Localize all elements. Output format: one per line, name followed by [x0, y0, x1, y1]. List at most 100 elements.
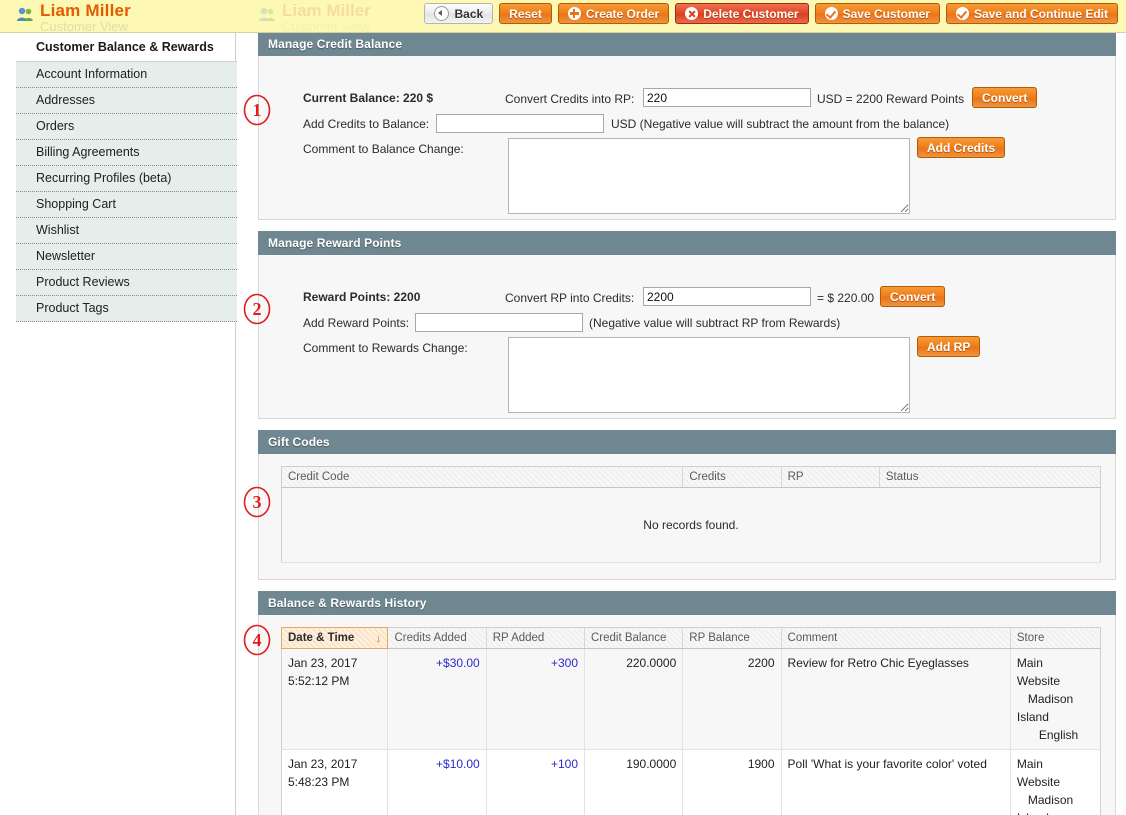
- convert-rp-suffix: = $ 220.00: [817, 291, 875, 305]
- history-cell-comment: Review for Retro Chic Eyeglasses: [781, 648, 1011, 750]
- sidebar-item-product-tags[interactable]: Product Tags: [16, 296, 237, 322]
- back-button-label: Back: [454, 6, 484, 21]
- history-col-credit-balance[interactable]: Credit Balance: [584, 627, 684, 649]
- gift-codes-title: Gift Codes: [258, 430, 1116, 454]
- reset-button[interactable]: Reset: [499, 3, 552, 24]
- delete-customer-button[interactable]: Delete Customer: [675, 3, 809, 24]
- gift-codes-col-status[interactable]: Status: [879, 466, 1101, 488]
- history-time: 5:48:23 PM: [288, 775, 350, 789]
- history-col-date-time-label: Date & Time: [288, 632, 355, 644]
- store-line-3: Madison: [1027, 692, 1074, 706]
- history-col-rp-balance[interactable]: RP Balance: [682, 627, 782, 649]
- gift-codes-empty-row: No records found.: [281, 487, 1101, 563]
- save-and-continue-button-label: Save and Continue Edit: [973, 6, 1108, 21]
- history-cell-credit-balance: 190.0000: [584, 749, 684, 815]
- store-line-2: Website: [1016, 674, 1060, 688]
- sidebar-item-wishlist[interactable]: Wishlist: [16, 218, 237, 244]
- sidebar-item-newsletter[interactable]: Newsletter: [16, 244, 237, 270]
- sidebar-item-recurring-profiles[interactable]: Recurring Profiles (beta): [16, 166, 237, 192]
- sidebar-nav-list: Account Information Addresses Orders Bil…: [16, 62, 237, 322]
- history-col-credits-added[interactable]: Credits Added: [387, 627, 487, 649]
- balance-rewards-history-table: ↓ Date & Time Credits Added RP Added Cre…: [280, 627, 1101, 815]
- convert-credits-button[interactable]: Convert: [972, 87, 1038, 108]
- history-cell-comment: Poll 'What is your favorite color' voted: [781, 749, 1011, 815]
- customer-icon: [17, 7, 33, 21]
- history-cell-rp-balance: 2200: [682, 648, 782, 750]
- current-balance-label: Current Balance: 220 $: [303, 91, 434, 105]
- gift-codes-empty-message: No records found.: [281, 487, 1101, 563]
- gift-codes-panel: Gift Codes Credit Code Credits RP Status…: [258, 430, 1116, 580]
- store-line-2: Website: [1016, 775, 1060, 789]
- reset-button-label: Reset: [509, 6, 542, 21]
- balance-rewards-history-panel: Balance & Rewards History ↓ Date & Time …: [258, 591, 1116, 815]
- balance-rewards-history-title: Balance & Rewards History: [258, 591, 1116, 615]
- history-col-store[interactable]: Store: [1010, 627, 1101, 649]
- sidebar-item-addresses[interactable]: Addresses: [16, 88, 237, 114]
- history-cell-rp-balance: 1900: [682, 749, 782, 815]
- gift-codes-col-rp[interactable]: RP: [781, 466, 880, 488]
- save-and-continue-edit-button[interactable]: Save and Continue Edit: [945, 3, 1118, 24]
- customer-icon: [259, 7, 275, 21]
- store-line-1: Main: [1016, 757, 1043, 771]
- reward-points-label: Reward Points: 2200: [303, 290, 421, 304]
- history-cell-credits-added: +$10.00: [387, 749, 487, 815]
- add-credits-input[interactable]: [436, 114, 604, 133]
- history-cell-date-time: Jan 23, 2017 5:48:23 PM: [281, 749, 389, 815]
- header-button-row: Back Reset Create Order Delete Customer …: [424, 3, 1118, 24]
- create-order-button[interactable]: Create Order: [557, 3, 670, 24]
- ghost-customer-view-label: Customer View: [282, 19, 370, 34]
- plus-circle-icon: [567, 7, 581, 20]
- rewards-comment-label: Comment to Rewards Change:: [303, 341, 468, 355]
- history-date: Jan 23, 2017: [288, 656, 358, 670]
- add-reward-points-suffix: (Negative value will subtract RP from Re…: [589, 316, 841, 330]
- convert-credits-suffix: USD = 2200 Reward Points: [817, 92, 965, 106]
- history-cell-rp-added: +300: [486, 648, 586, 750]
- history-cell-credit-balance: 220.0000: [584, 648, 684, 750]
- sidebar-heading: Customer Balance & Rewards: [16, 32, 237, 62]
- manage-credit-balance-title: Manage Credit Balance: [258, 32, 1116, 56]
- sidebar-item-billing-agreements[interactable]: Billing Agreements: [16, 140, 237, 166]
- convert-credits-input[interactable]: [643, 88, 811, 107]
- add-reward-points-input[interactable]: [415, 313, 583, 332]
- convert-rp-label: Convert RP into Credits:: [505, 291, 635, 305]
- history-cell-rp-added: +100: [486, 749, 586, 815]
- rewards-comment-textarea[interactable]: [508, 337, 910, 413]
- table-row[interactable]: Jan 23, 2017 5:52:12 PM +$30.00 +300 220…: [281, 648, 1101, 750]
- table-row[interactable]: Jan 23, 2017 5:48:23 PM +$10.00 +100 190…: [281, 749, 1101, 815]
- sticky-page-header: Liam Miller Customer View Liam Miller Cu…: [0, 0, 1126, 34]
- manage-credit-balance-panel: Manage Credit Balance Current Balance: 2…: [258, 32, 1116, 220]
- main-content: Manage Credit Balance Current Balance: 2…: [236, 32, 1126, 815]
- history-col-date-time[interactable]: ↓ Date & Time: [280, 627, 389, 649]
- balance-comment-textarea[interactable]: [508, 138, 910, 214]
- customer-sidebar: Customer Balance & Rewards Account Infor…: [0, 32, 237, 815]
- sidebar-item-orders[interactable]: Orders: [16, 114, 237, 140]
- convert-credits-label: Convert Credits into RP:: [505, 92, 635, 106]
- delete-customer-button-label: Delete Customer: [703, 6, 799, 21]
- convert-rp-input[interactable]: [643, 287, 811, 306]
- gift-codes-col-credit-code[interactable]: Credit Code: [281, 466, 684, 488]
- ghost-customer-name: Liam Miller: [282, 1, 371, 20]
- add-credits-button[interactable]: Add Credits: [917, 137, 1006, 158]
- page-subtitle: Customer View: [40, 19, 128, 34]
- history-col-rp-added[interactable]: RP Added: [486, 627, 586, 649]
- history-col-comment[interactable]: Comment: [781, 627, 1011, 649]
- sidebar-item-account-information[interactable]: Account Information: [16, 62, 237, 88]
- history-cell-credits-added: +$30.00: [387, 648, 487, 750]
- store-line-4: Island: [1017, 809, 1094, 815]
- gift-codes-col-credits[interactable]: Credits: [682, 466, 782, 488]
- convert-rp-button[interactable]: Convert: [880, 286, 946, 307]
- sidebar-item-shopping-cart[interactable]: Shopping Cart: [16, 192, 237, 218]
- store-line-1: Main: [1016, 656, 1043, 670]
- add-credits-suffix: USD (Negative value will subtract the am…: [611, 117, 950, 131]
- back-button[interactable]: Back: [424, 3, 494, 24]
- manage-reward-points-panel: Manage Reward Points Reward Points: 2200…: [258, 231, 1116, 419]
- history-date: Jan 23, 2017: [288, 757, 358, 771]
- sidebar-item-product-reviews[interactable]: Product Reviews: [16, 270, 237, 296]
- create-order-button-label: Create Order: [585, 6, 660, 21]
- save-customer-button[interactable]: Save Customer: [814, 3, 940, 24]
- add-rp-button[interactable]: Add RP: [917, 336, 981, 357]
- save-customer-button-label: Save Customer: [842, 6, 930, 21]
- sort-arrow-down-icon: ↓: [375, 631, 382, 645]
- back-arrow-icon: [434, 6, 450, 21]
- history-cell-store: Main Website Madison Island English: [1010, 648, 1101, 750]
